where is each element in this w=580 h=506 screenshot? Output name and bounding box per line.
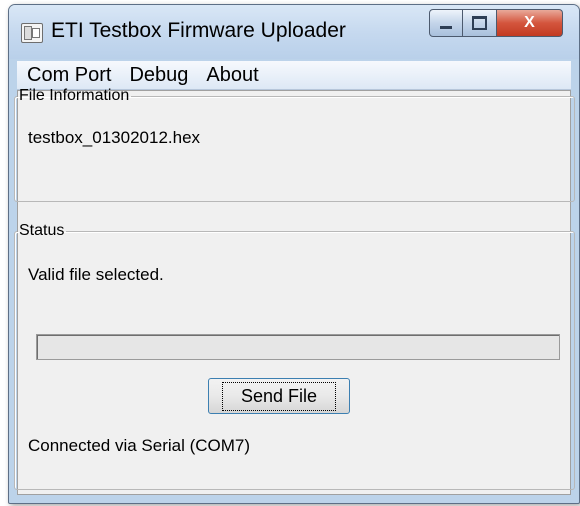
maximize-icon [472, 16, 487, 30]
minimize-icon [440, 25, 452, 29]
menu-item-com-port[interactable]: Com Port [19, 64, 119, 87]
menu-bar: Com Port Debug About [17, 61, 571, 90]
status-legend: Status [19, 222, 65, 239]
close-button[interactable]: X [497, 9, 563, 37]
menu-item-about[interactable]: About [198, 64, 266, 87]
connection-status: Connected via Serial (COM7) [28, 436, 251, 455]
send-file-button[interactable]: Send File [208, 378, 350, 414]
status-message: Valid file selected. [28, 265, 164, 284]
file-name-text: testbox_01302012.hex [28, 128, 201, 147]
caption-buttons: X [429, 9, 563, 37]
app-window-icon[interactable] [21, 23, 43, 43]
send-file-label: Send File [221, 381, 337, 411]
file-information-legend: File Information [19, 87, 130, 104]
maximize-button[interactable] [463, 9, 497, 37]
menu-item-debug[interactable]: Debug [121, 64, 196, 87]
close-icon: X [524, 14, 535, 31]
title-bar[interactable]: ETI Testbox Firmware Uploader X [9, 5, 579, 59]
window-title: ETI Testbox Firmware Uploader [51, 19, 346, 42]
upload-progress-bar [36, 334, 560, 360]
minimize-button[interactable] [429, 9, 463, 37]
